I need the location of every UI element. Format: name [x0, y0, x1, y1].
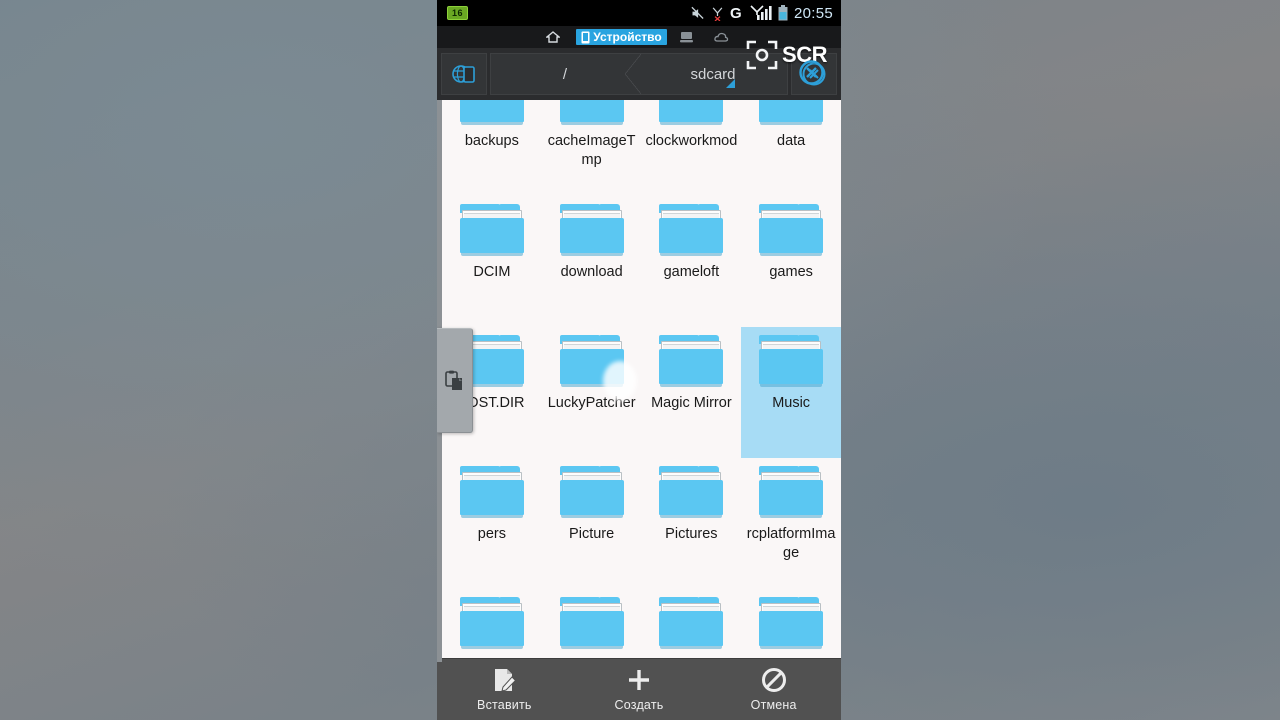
file-name-label: cacheImageTmp — [547, 133, 636, 168]
folder-icon — [559, 597, 624, 649]
folder-icon — [759, 335, 824, 387]
mute-icon — [691, 6, 704, 19]
file-grid-item[interactable]: Music — [741, 327, 841, 458]
tab-home[interactable] — [541, 30, 568, 44]
file-grid-item[interactable]: Picture — [542, 458, 642, 589]
tab-device[interactable]: Устройство — [576, 29, 667, 45]
phone-icon — [581, 31, 590, 43]
cloud-icon — [713, 32, 728, 42]
folder-icon — [559, 100, 624, 125]
file-grid-item[interactable]: clockworkmod — [642, 100, 742, 196]
file-grid-item[interactable]: Magic Mirror — [642, 327, 742, 458]
file-name-label: Magic Mirror — [651, 395, 732, 411]
folder-icon — [559, 204, 624, 256]
folder-icon — [459, 597, 524, 649]
file-grid-item[interactable] — [642, 589, 742, 662]
breadcrumb-root[interactable]: / — [491, 54, 639, 94]
path-corner-marker — [726, 79, 735, 88]
signal-cross-icon — [712, 6, 723, 21]
paste-file-icon — [495, 669, 517, 692]
file-name-label: backups — [464, 133, 519, 149]
computer-icon — [679, 32, 693, 43]
touch-ripple — [603, 361, 637, 401]
file-grid: backups cacheImageTmp clockworkmod data DCIM… — [442, 100, 841, 662]
file-grid-item[interactable] — [542, 589, 642, 662]
folder-icon — [759, 597, 824, 649]
action-bar: Вставить Создать Отмена — [437, 658, 841, 720]
file-name-label: games — [769, 264, 813, 280]
file-name-label: rcplatformImage — [746, 526, 836, 561]
breadcrumb: / sdcard — [490, 53, 788, 95]
battery-icon — [778, 5, 788, 21]
paste-clipboard-icon — [444, 370, 462, 390]
file-name-label: pers — [477, 526, 506, 542]
folder-icon — [759, 204, 824, 256]
file-grid-item[interactable]: data — [741, 100, 841, 196]
signal-bars-icon — [750, 5, 772, 20]
cancel-icon — [761, 668, 786, 692]
tab-device-label: Устройство — [593, 30, 662, 44]
file-browser-content[interactable]: backups cacheImageTmp clockworkmod data DCIM… — [437, 100, 841, 662]
folder-icon — [659, 466, 724, 518]
status-clock: 20:55 — [793, 4, 833, 22]
globe-phone-icon — [452, 65, 475, 83]
phone-screen: 16 G 20:55 Устройство / sdcard SCR backu… — [437, 0, 841, 720]
breadcrumb-sdcard[interactable]: sdcard — [625, 54, 787, 94]
folder-icon — [759, 100, 824, 125]
file-grid-item[interactable]: pers — [442, 458, 542, 589]
file-name-label: DCIM — [473, 264, 511, 280]
file-name-label: gameloft — [663, 264, 720, 280]
folder-icon — [659, 204, 724, 256]
svg-text:G: G — [730, 5, 742, 21]
plus-icon — [629, 670, 649, 690]
file-name-label: clockworkmod — [645, 133, 738, 149]
folder-icon — [459, 204, 524, 256]
g-network-icon: G — [730, 5, 742, 21]
cancel-button-label: Отмена — [750, 698, 797, 712]
folder-icon — [559, 466, 624, 518]
paste-side-panel[interactable] — [437, 328, 473, 433]
tab-cloud[interactable] — [709, 31, 737, 44]
paste-button[interactable]: Вставить — [437, 659, 572, 720]
close-path-button[interactable] — [791, 53, 837, 95]
cancel-button[interactable]: Отмена — [706, 659, 841, 720]
file-grid-item[interactable]: cacheImageTmp — [542, 100, 642, 196]
folder-icon — [459, 466, 524, 518]
folder-icon — [659, 100, 724, 125]
storage-root-button[interactable] — [441, 53, 487, 95]
paste-button-label: Вставить — [477, 698, 532, 712]
create-button[interactable]: Создать — [572, 659, 707, 720]
create-button-label: Создать — [614, 698, 664, 712]
file-name-label: Picture — [569, 526, 615, 542]
folder-icon — [659, 335, 724, 387]
file-name-label: Music — [772, 395, 811, 411]
file-grid-item[interactable] — [442, 589, 542, 662]
file-grid-item[interactable]: games — [741, 196, 841, 327]
file-grid-item[interactable]: download — [542, 196, 642, 327]
battery-percent-badge: 16 — [447, 6, 469, 20]
folder-icon — [759, 466, 824, 518]
file-grid-item[interactable]: DCIM — [442, 196, 542, 327]
close-circle-icon — [802, 62, 826, 86]
file-name-label: Pictures — [665, 526, 718, 542]
file-grid-item[interactable]: rcplatformImage — [741, 458, 841, 589]
status-bar: 16 G 20:55 — [437, 0, 841, 26]
file-name-label: download — [560, 264, 623, 280]
file-grid-item[interactable]: backups — [442, 100, 542, 196]
folder-icon — [459, 100, 524, 125]
file-name-label: data — [777, 133, 806, 149]
path-bar: / sdcard SCR — [437, 40, 841, 100]
location-tab-strip: Устройство — [437, 26, 841, 48]
file-grid-item[interactable]: gameloft — [642, 196, 742, 327]
tab-computer[interactable] — [675, 30, 701, 44]
file-grid-item[interactable]: Pictures — [642, 458, 742, 589]
file-grid-item[interactable] — [741, 589, 841, 662]
folder-icon — [659, 597, 724, 649]
home-icon — [546, 31, 561, 43]
